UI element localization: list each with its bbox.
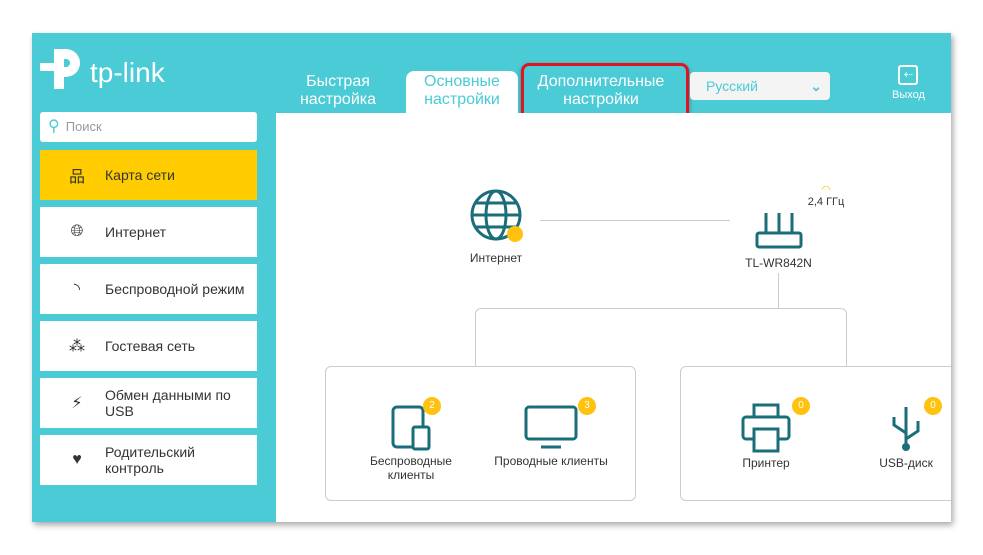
guest-icon: ⁂ (69, 338, 85, 355)
connection-line (540, 220, 730, 221)
usb-icon: ⚡︎ (71, 395, 83, 412)
exit-button[interactable]: ⇠ Выход (892, 65, 925, 101)
internet-node[interactable]: Интернет (456, 188, 536, 265)
sidebar-item-network-map[interactable]: 品 Карта сети (40, 150, 257, 200)
sidebar-item-usb[interactable]: ⚡︎ Обмен данными по USB (40, 378, 257, 428)
globe-icon: 🌐︎ (70, 223, 84, 240)
router-node[interactable]: TL-WR842N (731, 211, 826, 270)
search-input[interactable]: ⚲ Поиск (40, 112, 257, 142)
printer-icon (741, 403, 791, 453)
router-admin-window: tp-link Быстрая настройка Основные настрой… (32, 33, 951, 522)
sidebar-item-guest[interactable]: ⁂ Гостевая сеть (40, 321, 257, 371)
language-select[interactable]: Русский ⌄ (690, 72, 830, 100)
wireless-clients-node[interactable]: 2 Беспроводные клиенты (361, 397, 461, 482)
wifi-icon: ◝ (73, 281, 81, 298)
sidebar-item-internet[interactable]: 🌐︎ Интернет (40, 207, 257, 257)
network-map: Интернет TL-WR842N ◠ 2,4 ГГц 2 Беспроводн… (276, 113, 951, 522)
wifi-signal-icon: ◠ (821, 184, 831, 196)
tab-basic[interactable]: Основные настройки (406, 71, 518, 115)
band-indicator: ◠ 2,4 ГГц (801, 183, 851, 208)
logout-icon: ⇠ (898, 65, 919, 85)
globe-icon (470, 189, 523, 242)
tab-quick-setup[interactable]: Быстрая настройка (288, 71, 388, 115)
wired-clients-node[interactable]: 3 Проводные клиенты (486, 397, 616, 468)
sidebar-item-parental[interactable]: ♥ Родительский контроль (40, 435, 257, 485)
printer-node[interactable]: 0 Принтер (726, 397, 810, 470)
sidebar-item-wireless[interactable]: ◝ Беспроводной режим (40, 264, 257, 314)
heart-icon: ♥ (72, 451, 82, 468)
usb-icon (892, 407, 920, 451)
search-icon: ⚲ (48, 118, 60, 135)
router-icon (755, 213, 802, 249)
chevron-down-icon: ⌄ (810, 78, 822, 94)
connection-line (778, 273, 779, 308)
monitor-icon (524, 405, 578, 449)
usb-disk-node[interactable]: 0 USB-диск (866, 397, 946, 470)
network-map-icon: 品 (68, 169, 85, 186)
tp-link-logo: tp-link (40, 45, 165, 93)
connector (475, 308, 847, 369)
